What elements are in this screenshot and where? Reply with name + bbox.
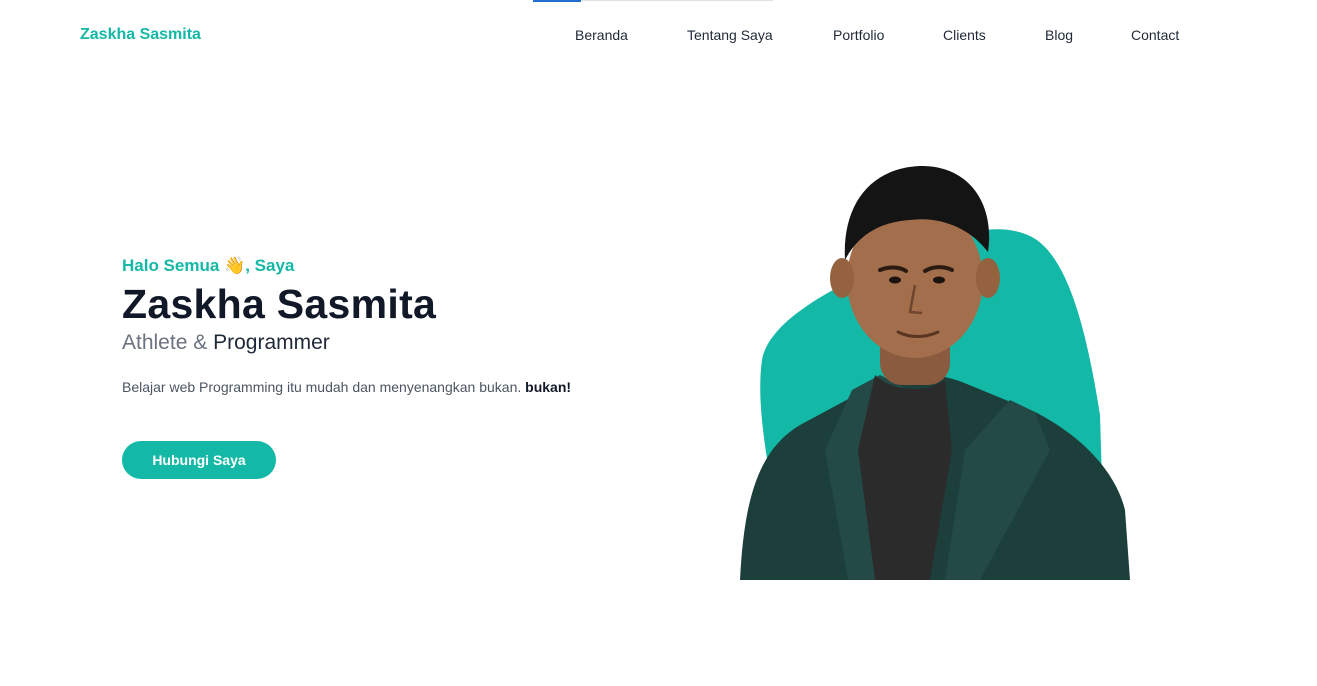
hero-greeting: Halo Semua 👋, Saya [122, 254, 682, 278]
tagline-emphasis: bukan! [525, 379, 572, 395]
hero-section: Halo Semua 👋, Saya Zaskha Sasmita Athlet… [122, 254, 682, 479]
nav-item-portfolio[interactable]: Portfolio [833, 27, 884, 43]
top-scroll-indicator [533, 0, 773, 2]
role-ampersand: & [193, 331, 208, 354]
main-navigation: Beranda Tentang Saya Portfolio Clients B… [0, 27, 1317, 47]
nav-item-tentang-saya[interactable]: Tentang Saya [687, 27, 773, 43]
waving-hand-icon: 👋 [224, 256, 246, 275]
role-programmer: Programmer [213, 331, 330, 354]
profile-portrait-image [740, 165, 1130, 580]
nav-item-beranda[interactable]: Beranda [575, 27, 628, 43]
nav-item-blog[interactable]: Blog [1045, 27, 1073, 43]
nav-item-clients[interactable]: Clients [943, 27, 986, 43]
hero-role: Athlete & Programmer [122, 330, 682, 356]
hero-name: Zaskha Sasmita [122, 281, 437, 327]
tagline-text: Belajar web Programming itu mudah dan me… [122, 379, 522, 395]
role-athlete: Athlete [122, 331, 188, 354]
nav-item-contact[interactable]: Contact [1131, 27, 1179, 43]
greeting-prefix: Halo Semua [122, 256, 220, 275]
hero-tagline: Belajar web Programming itu mudah dan me… [122, 378, 682, 396]
greeting-suffix: , Saya [245, 256, 295, 275]
top-scroll-indicator-active [533, 0, 581, 2]
contact-me-button[interactable]: Hubungi Saya [122, 441, 276, 479]
